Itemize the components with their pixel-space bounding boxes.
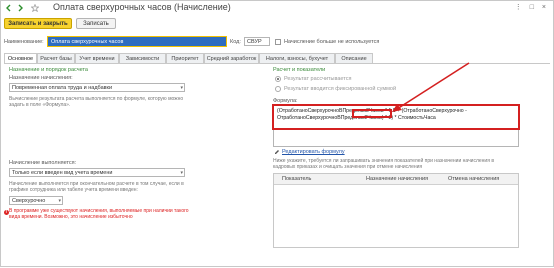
col-assignment: Назначение начисления [366,176,429,182]
col-indicator: Показатель [282,176,312,182]
indicators-hint: Ниже укажите, требуется ли запрашивать з… [273,158,494,170]
col-cancel: Отмена начисления [448,176,500,182]
window: Оплата сверхурочных часов (Начисление) ⋮… [0,0,554,267]
pencil-icon [275,150,279,154]
edit-formula-link[interactable]: Редактировать формулу [282,149,345,155]
table-header: Показатель Назначение начисления Отмена … [274,174,518,185]
indicators-table[interactable]: Показатель Назначение начисления Отмена … [273,173,519,248]
